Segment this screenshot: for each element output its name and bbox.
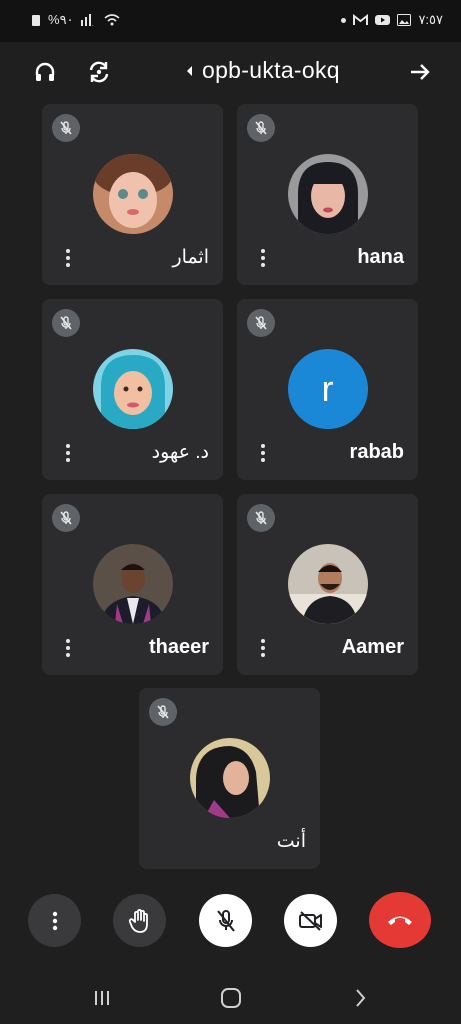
avatar <box>92 349 173 429</box>
participant-tile[interactable]: hana <box>237 104 418 285</box>
participant-name: hana <box>357 246 404 268</box>
participant-tile[interactable]: r rabab <box>237 299 418 480</box>
end-call-icon <box>388 916 412 925</box>
more-options-button[interactable] <box>66 249 72 269</box>
call-header: opb-ukta-okq <box>0 42 461 104</box>
muted-mic-icon <box>247 309 275 337</box>
muted-mic-icon <box>247 504 275 532</box>
hang-up-button[interactable] <box>369 892 431 948</box>
camera-toggle-button[interactable] <box>284 894 337 947</box>
chevron-left-icon <box>187 65 192 76</box>
more-options-button[interactable] <box>261 249 267 269</box>
participant-tile[interactable]: thaeer <box>42 494 223 675</box>
mic-toggle-button[interactable] <box>199 894 252 947</box>
more-options-button[interactable] <box>261 444 267 464</box>
meeting-code: opb-ukta-okq <box>202 57 340 83</box>
avatar <box>189 738 270 818</box>
participant-name: اثمار <box>172 247 209 268</box>
switch-camera-icon <box>89 61 109 83</box>
avatar <box>287 544 368 624</box>
headphones-icon <box>35 62 55 81</box>
more-options-button[interactable] <box>261 639 267 659</box>
leave-arrow-button[interactable] <box>405 57 435 87</box>
participant-tile[interactable]: Aamer <box>237 494 418 675</box>
participant-name: د. عهود <box>151 442 209 463</box>
notification-dot-icon <box>341 17 347 23</box>
more-vert-icon <box>52 911 57 930</box>
more-options-button[interactable] <box>28 894 81 947</box>
avatar <box>287 154 368 234</box>
muted-mic-icon <box>52 504 80 532</box>
gallery-icon <box>397 14 412 26</box>
hand-icon <box>128 908 148 933</box>
muted-mic-icon <box>52 114 80 142</box>
home-button[interactable] <box>219 988 243 1008</box>
wifi-icon <box>104 14 120 26</box>
home-icon <box>221 988 241 1008</box>
mic-off-icon <box>216 909 235 932</box>
avatar-initial: r <box>287 349 368 429</box>
more-options-button[interactable] <box>66 639 72 659</box>
recent-apps-button[interactable] <box>90 988 114 1008</box>
raise-hand-button[interactable] <box>113 894 166 947</box>
audio-output-button[interactable] <box>30 57 60 87</box>
participant-name: أنت <box>276 831 306 852</box>
participant-name: thaeer <box>148 636 209 658</box>
participant-tile[interactable]: اثمار <box>42 104 223 285</box>
muted-mic-icon <box>247 114 275 142</box>
clock: ٧:٥٧ <box>418 12 443 27</box>
battery-icon <box>32 15 40 26</box>
camera-off-icon <box>298 910 322 931</box>
signal-icon: . <box>80 14 94 26</box>
avatar <box>92 544 173 624</box>
more-options-button[interactable] <box>66 444 72 464</box>
meeting-info-button[interactable]: opb-ukta-okq <box>186 57 340 84</box>
participant-name: Aamer <box>341 636 404 658</box>
recents-icon <box>95 991 109 1005</box>
participant-tile[interactable]: د. عهود <box>42 299 223 480</box>
participant-name: rabab <box>349 441 404 463</box>
avatar <box>92 154 173 234</box>
back-button[interactable] <box>348 988 372 1008</box>
muted-mic-icon <box>52 309 80 337</box>
arrow-right-icon <box>411 64 430 80</box>
svg-text:.: . <box>92 22 94 26</box>
battery-level: %٩٠ <box>48 12 74 27</box>
back-icon <box>356 989 366 1007</box>
gmail-icon <box>353 14 369 25</box>
avatar-letter: r <box>321 368 334 409</box>
youtube-icon <box>375 15 391 25</box>
call-controls <box>0 888 461 954</box>
muted-mic-icon <box>149 698 177 726</box>
self-tile[interactable]: أنت <box>139 688 320 869</box>
switch-camera-button[interactable] <box>84 57 114 87</box>
status-bar: %٩٠ . ٧:٥٧ <box>0 0 461 42</box>
system-nav-bar <box>0 970 461 1024</box>
